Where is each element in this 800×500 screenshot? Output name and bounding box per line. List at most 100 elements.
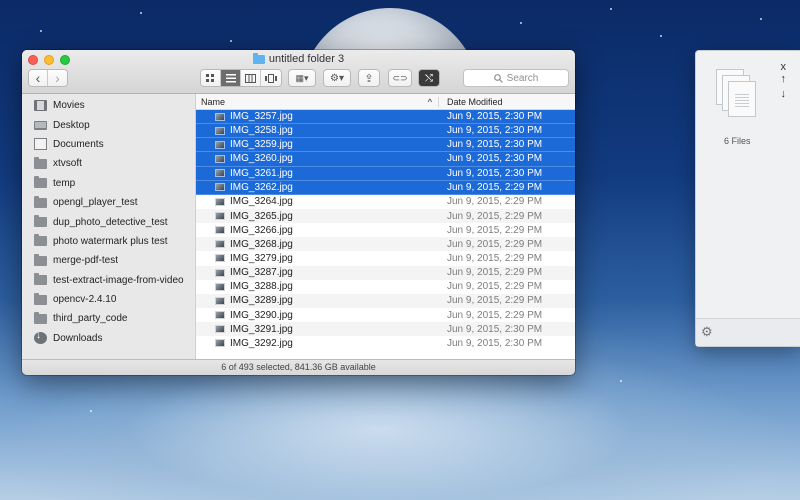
- sidebar-item-label: Movies: [53, 100, 85, 112]
- name-column-header[interactable]: Name ^: [196, 96, 439, 107]
- sidebar-item-label: dup_photo_detective_test: [53, 216, 168, 228]
- files-stack-icon[interactable]: [716, 69, 758, 119]
- date-modified-cell: Jun 9, 2015, 2:29 PM: [447, 281, 543, 293]
- tag-button[interactable]: ⊂⊃: [388, 69, 412, 87]
- desktop-icon: [34, 120, 47, 130]
- file-row[interactable]: IMG_3261.jpg Jun 9, 2015, 2:30 PM: [196, 166, 575, 181]
- file-name-cell: IMG_3291.jpg: [196, 324, 439, 335]
- image-thumbnail-icon: [215, 226, 225, 235]
- arrange-button[interactable]: ▦▾: [288, 69, 316, 87]
- sidebar-item[interactable]: Movies: [22, 96, 195, 115]
- file-row[interactable]: IMG_3259.jpg Jun 9, 2015, 2:30 PM: [196, 138, 575, 153]
- file-name-cell: IMG_3279.jpg: [196, 253, 439, 264]
- star: [620, 380, 622, 382]
- list-view-button[interactable]: [221, 70, 241, 86]
- file-name-cell: IMG_3260.jpg: [196, 153, 439, 164]
- sidebar-item[interactable]: merge-pdf-test: [22, 251, 195, 270]
- file-row[interactable]: IMG_3264.jpg Jun 9, 2015, 2:29 PM: [196, 195, 575, 209]
- file-name-cell: IMG_3262.jpg: [196, 182, 439, 193]
- search-input[interactable]: Search: [463, 69, 569, 87]
- panel-close-button[interactable]: x: [781, 61, 787, 73]
- sidebar-item-label: opencv-2.4.10: [53, 294, 117, 306]
- panel-up-button[interactable]: ↑: [781, 73, 787, 85]
- sidebar-item-label: third_party_code: [53, 313, 128, 325]
- sidebar-item-label: Documents: [53, 138, 104, 150]
- sidebar-item[interactable]: test-extract-image-from-video: [22, 271, 195, 290]
- folder-icon: [34, 156, 47, 169]
- image-thumbnail-icon: [215, 282, 225, 291]
- sidebar-item[interactable]: Desktop: [22, 115, 195, 134]
- cover-flow-view-button[interactable]: [261, 70, 281, 86]
- column-view-button[interactable]: [241, 70, 261, 86]
- date-modified-cell: Jun 9, 2015, 2:30 PM: [447, 125, 543, 137]
- search-placeholder: Search: [506, 72, 539, 84]
- app-extension-button[interactable]: ⤭: [418, 69, 440, 87]
- image-thumbnail-icon: [215, 126, 225, 135]
- sidebar-item[interactable]: temp: [22, 174, 195, 193]
- sidebar-item[interactable]: third_party_code: [22, 309, 195, 328]
- file-name-cell: IMG_3292.jpg: [196, 338, 439, 349]
- date-modified-cell: Jun 9, 2015, 2:29 PM: [447, 196, 543, 208]
- file-row[interactable]: IMG_3292.jpg Jun 9, 2015, 2:30 PM: [196, 336, 575, 350]
- back-button[interactable]: ‹: [29, 70, 48, 86]
- file-row[interactable]: IMG_3262.jpg Jun 9, 2015, 2:29 PM: [196, 180, 575, 195]
- file-row[interactable]: IMG_3279.jpg Jun 9, 2015, 2:29 PM: [196, 251, 575, 265]
- sidebar-item-label: Downloads: [53, 332, 103, 344]
- sidebar-item[interactable]: photo watermark plus test: [22, 232, 195, 251]
- sidebar-item-label: temp: [53, 177, 76, 189]
- file-name: IMG_3288.jpg: [230, 281, 293, 293]
- date-modified-cell: Jun 9, 2015, 2:30 PM: [447, 337, 543, 349]
- sidebar-item[interactable]: dup_photo_detective_test: [22, 212, 195, 231]
- icon-view-button[interactable]: [201, 70, 221, 86]
- file-row[interactable]: IMG_3288.jpg Jun 9, 2015, 2:29 PM: [196, 280, 575, 294]
- sort-ascending-icon: ^: [427, 96, 432, 107]
- file-row[interactable]: IMG_3257.jpg Jun 9, 2015, 2:30 PM: [196, 110, 575, 125]
- file-list: Name ^ Date Modified IMG_3257.jpg Jun 9, …: [196, 94, 575, 359]
- folder-icon: [34, 253, 47, 266]
- sidebar-item[interactable]: Downloads: [22, 329, 195, 348]
- date-modified-column-header[interactable]: Date Modified: [439, 97, 503, 107]
- sidebar: Movies Desktop Documents xtvsoft temp opengl_…: [22, 94, 196, 359]
- sidebar-item[interactable]: opengl_player_test: [22, 193, 195, 212]
- file-name-cell: IMG_3259.jpg: [196, 139, 439, 150]
- title-bar: untitled folder 3 ‹ › ▦▾ ⚙▾ ⇪ ⊂⊃ ⤭ Searc…: [22, 50, 575, 94]
- sidebar-item[interactable]: Documents: [22, 135, 195, 154]
- file-name-cell: IMG_3266.jpg: [196, 225, 439, 236]
- image-thumbnail-icon: [215, 311, 225, 320]
- folder-icon: [34, 215, 47, 228]
- file-row[interactable]: IMG_3268.jpg Jun 9, 2015, 2:29 PM: [196, 237, 575, 252]
- file-row[interactable]: IMG_3287.jpg Jun 9, 2015, 2:29 PM: [196, 265, 575, 280]
- file-row[interactable]: IMG_3265.jpg Jun 9, 2015, 2:29 PM: [196, 208, 575, 224]
- date-modified-cell: Jun 9, 2015, 2:29 PM: [447, 295, 543, 307]
- sidebar-item[interactable]: xtvsoft: [22, 154, 195, 173]
- sidebar-item[interactable]: opencv-2.4.10: [22, 290, 195, 309]
- search-icon: [493, 73, 503, 83]
- file-row[interactable]: IMG_3291.jpg Jun 9, 2015, 2:30 PM: [196, 322, 575, 337]
- star: [520, 22, 522, 24]
- folder-icon: [34, 234, 47, 247]
- star: [660, 35, 662, 37]
- date-modified-cell: Jun 9, 2015, 2:29 PM: [447, 252, 543, 264]
- date-modified-cell: Jun 9, 2015, 2:29 PM: [447, 309, 543, 321]
- file-name-cell: IMG_3288.jpg: [196, 281, 439, 292]
- forward-button[interactable]: ›: [48, 70, 67, 86]
- image-thumbnail-icon: [215, 240, 225, 249]
- folder-icon: [252, 52, 265, 64]
- file-name-cell: IMG_3287.jpg: [196, 267, 439, 278]
- file-row[interactable]: IMG_3289.jpg Jun 9, 2015, 2:29 PM: [196, 293, 575, 308]
- image-thumbnail-icon: [215, 325, 225, 334]
- file-row[interactable]: IMG_3260.jpg Jun 9, 2015, 2:30 PM: [196, 152, 575, 167]
- folder-icon: [34, 292, 47, 305]
- file-name-cell: IMG_3290.jpg: [196, 310, 439, 321]
- downloads-icon: [34, 330, 47, 345]
- file-row[interactable]: IMG_3258.jpg Jun 9, 2015, 2:30 PM: [196, 124, 575, 139]
- action-gear-button[interactable]: ⚙▾: [323, 69, 351, 87]
- share-button[interactable]: ⇪: [358, 69, 380, 87]
- panel-down-button[interactable]: ↓: [781, 88, 787, 100]
- star: [230, 40, 232, 42]
- list-header: Name ^ Date Modified: [196, 94, 575, 110]
- file-row[interactable]: IMG_3266.jpg Jun 9, 2015, 2:29 PM: [196, 223, 575, 237]
- image-thumbnail-icon: [215, 169, 225, 178]
- file-row[interactable]: IMG_3290.jpg Jun 9, 2015, 2:29 PM: [196, 308, 575, 322]
- gear-icon[interactable]: ⚙: [701, 324, 713, 340]
